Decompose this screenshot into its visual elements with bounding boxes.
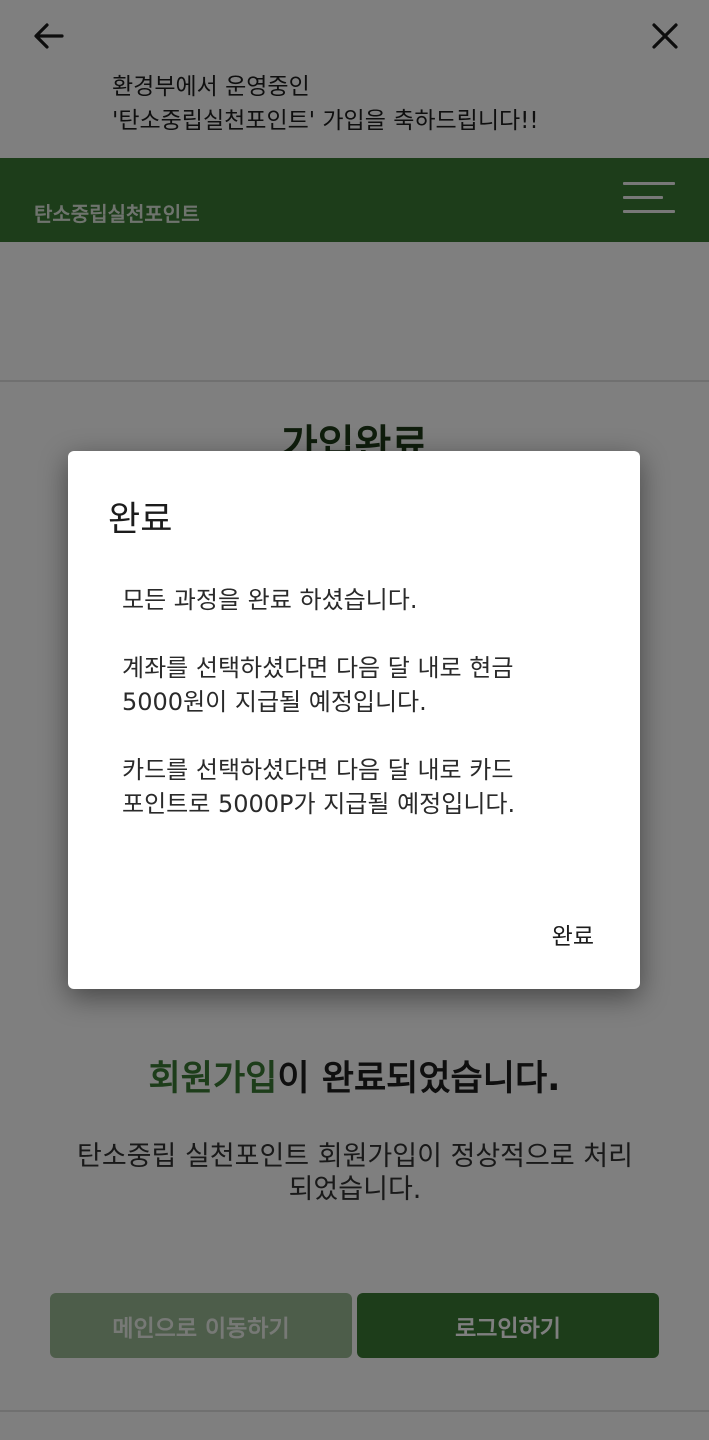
dialog-text-line: 계좌를 선택하셨다면 다음 달 내로 현금 [122,654,514,682]
completion-dialog: 완료 모든 과정을 완료 하셨습니다. 계좌를 선택하셨다면 다음 달 내로 현… [68,451,640,989]
page: 환경부에서 운영중인 '탄소중립실천포인트' 가입을 축하드립니다!! 탄소중립… [0,0,709,1440]
dialog-title: 완료 [108,500,173,540]
dialog-text-line: 모든 과정을 완료 하셨습니다. [122,586,418,614]
dialog-text-line: 5000원이 지급될 예정입니다. [122,688,427,716]
dialog-text-line: 카드를 선택하셨다면 다음 달 내로 카드 [122,756,514,784]
dialog-confirm-button[interactable]: 완료 [552,917,594,951]
dialog-text-line: 포인트로 5000P가 지급될 예정입니다. [122,790,516,818]
dialog-paragraph: 모든 과정을 완료 하셨습니다. [122,583,602,617]
dialog-body: 모든 과정을 완료 하셨습니다. 계좌를 선택하셨다면 다음 달 내로 현금 5… [122,583,602,855]
dialog-paragraph: 계좌를 선택하셨다면 다음 달 내로 현금 5000원이 지급될 예정입니다. [122,651,602,719]
dialog-paragraph: 카드를 선택하셨다면 다음 달 내로 카드 포인트로 5000P가 지급될 예정… [122,753,602,821]
